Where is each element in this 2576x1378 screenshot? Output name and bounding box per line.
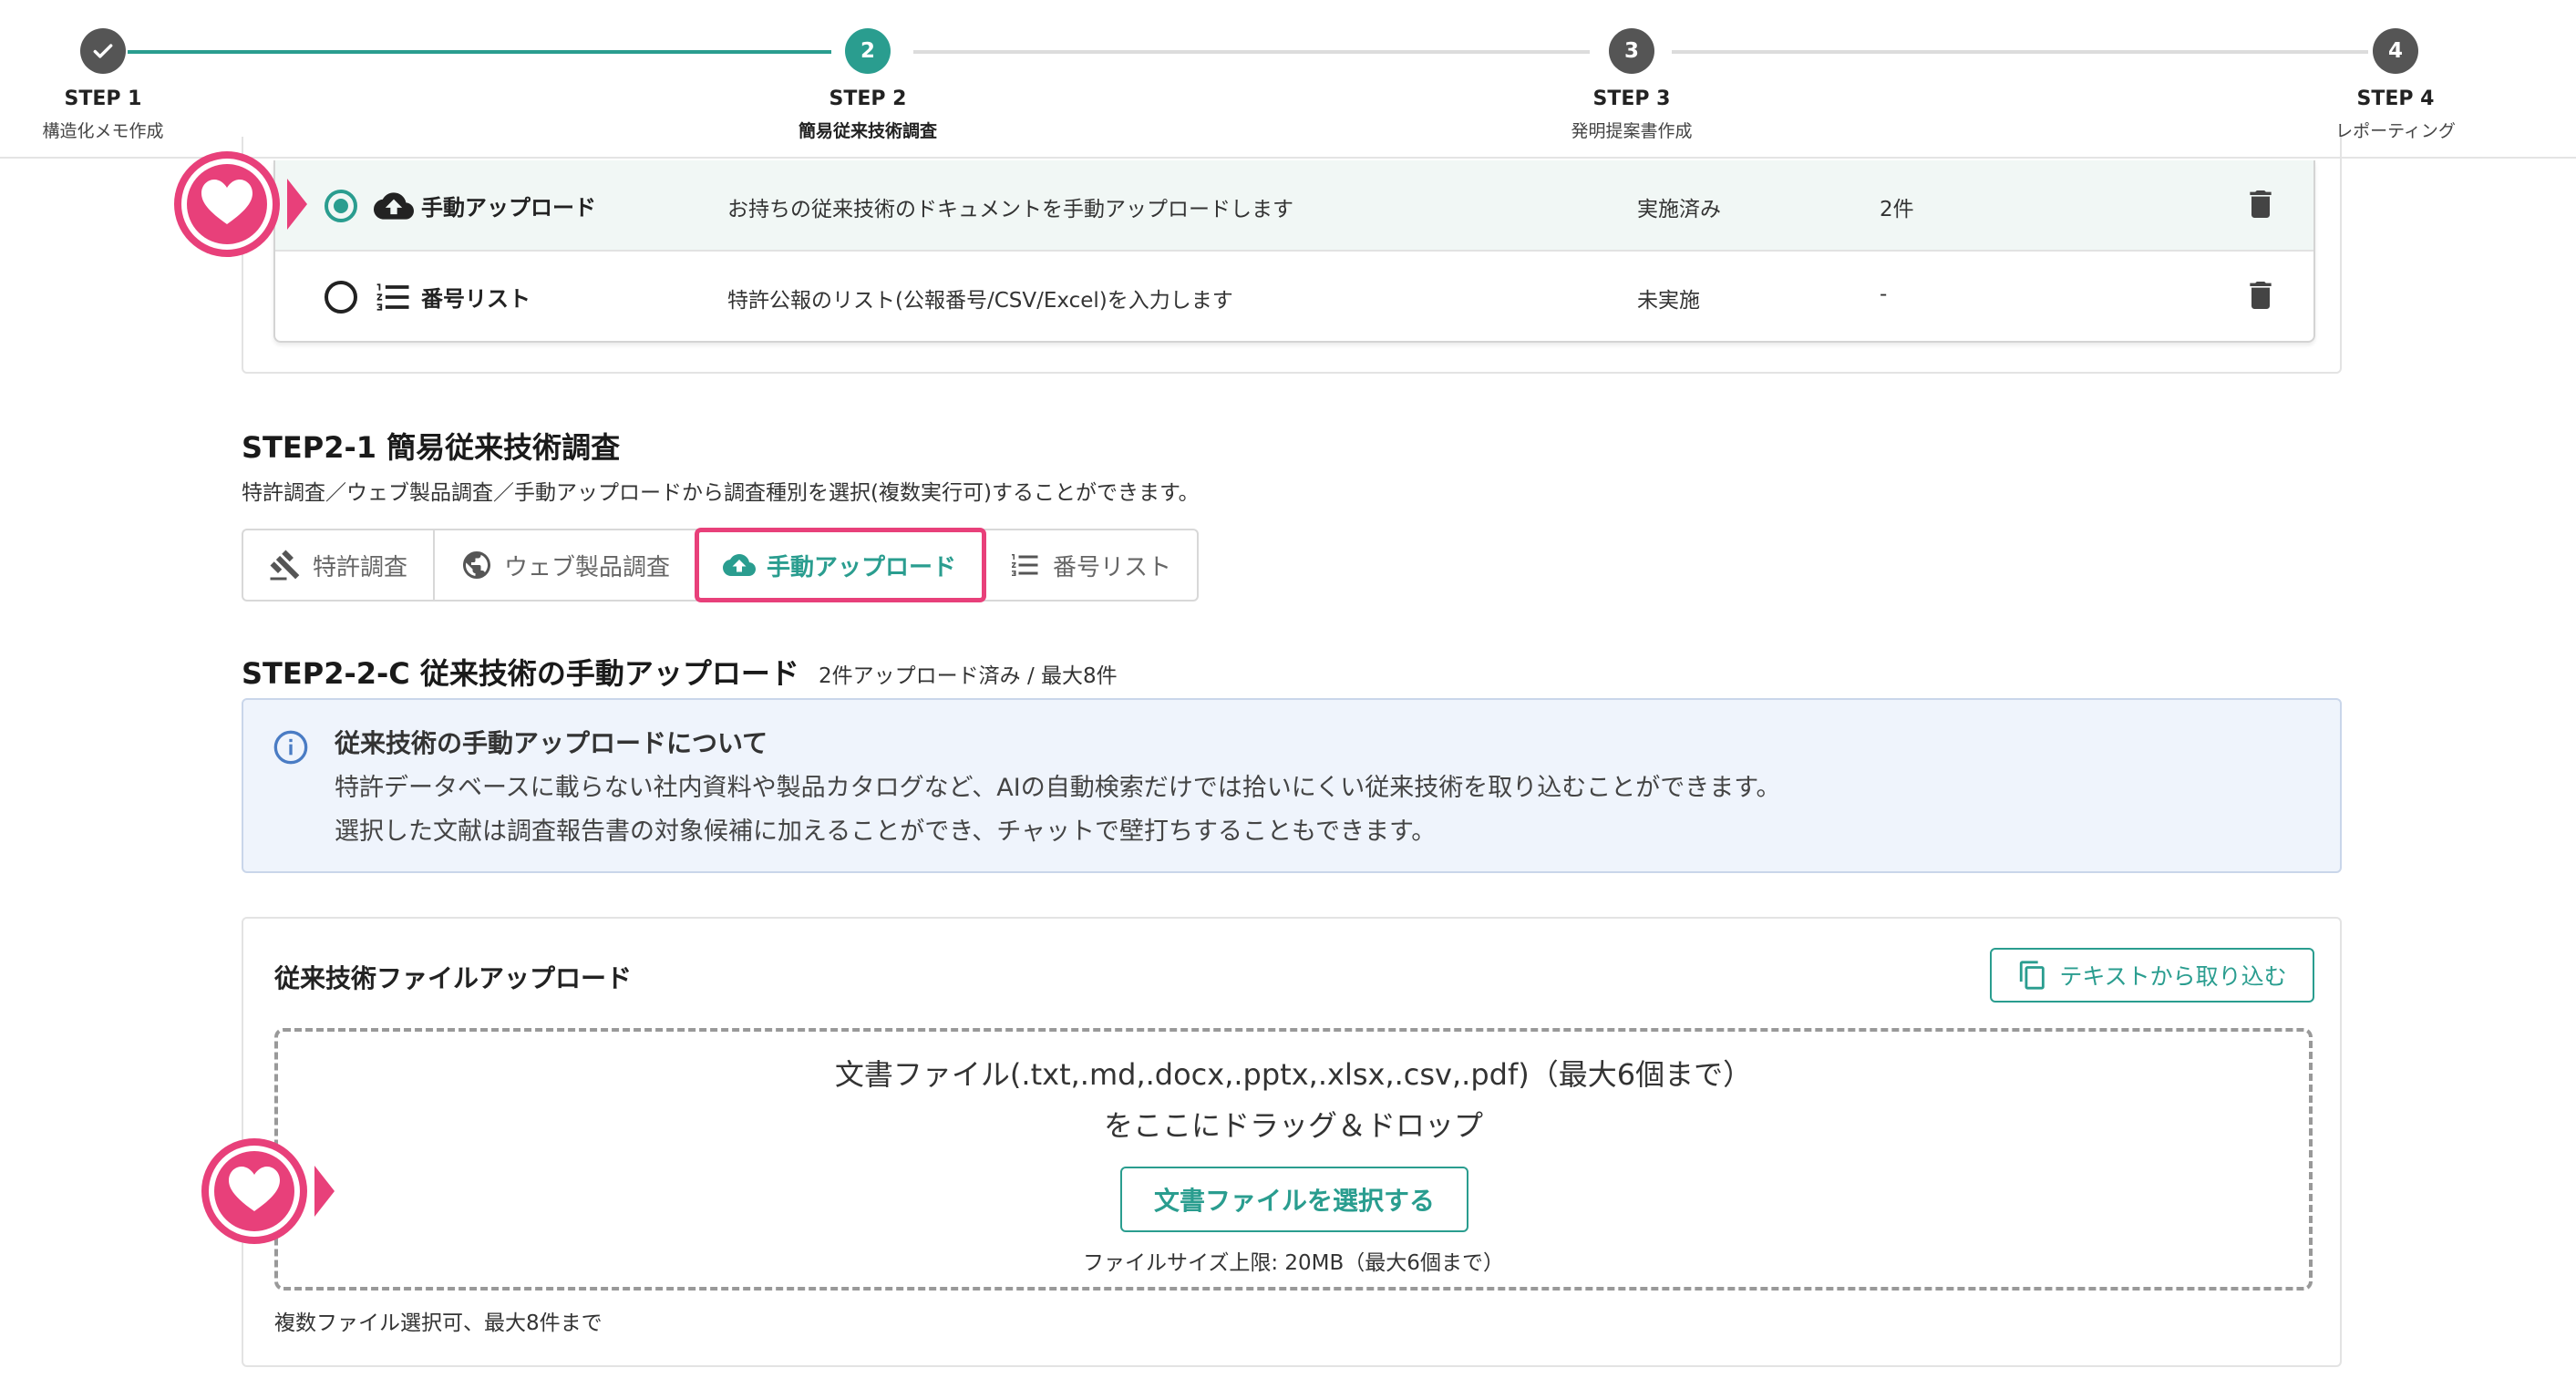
step-3-name: STEP 3 — [1592, 87, 1671, 110]
file-dropzone[interactable]: 文書ファイル(.txt,.md,.docx,.pptx,.xlsx,.csv,.… — [274, 1028, 2313, 1291]
section21-title: STEP2-1 簡易従来技術調査 — [242, 430, 621, 465]
row-name: 手動アップロード — [421, 195, 596, 221]
section22c-title: STEP2-2-C 従来技術の手動アップロード — [242, 656, 799, 691]
tab-label: 手動アップロード — [767, 553, 957, 581]
step-2-name: STEP 2 — [829, 87, 907, 110]
table-row[interactable]: 番号リスト 特許公報のリスト(公報番号/CSV/Excel)を入力します 未実施… — [275, 252, 2313, 343]
step-3-marker[interactable]: 3 — [1609, 28, 1654, 74]
heart-marker-icon — [201, 1138, 335, 1244]
trash-icon[interactable] — [2242, 275, 2279, 315]
step-4-name: STEP 4 — [2356, 87, 2435, 110]
row-radio[interactable] — [325, 281, 357, 314]
section21-desc: 特許調査／ウェブ製品調査／手動アップロードから調査種別を選択(複数実行可)するこ… — [242, 481, 1200, 505]
trash-icon[interactable] — [2242, 184, 2279, 224]
info-title: 従来技術の手動アップロードについて — [335, 728, 768, 758]
import-from-text-button[interactable]: テキストから取り込む — [1990, 948, 2314, 1003]
numbered-list-icon — [1012, 554, 1038, 576]
upload-note: 複数ファイル選択可、最大8件まで — [274, 1311, 603, 1335]
row-status: 実施済み — [1637, 198, 1721, 221]
step-2-marker[interactable]: 2 — [845, 28, 891, 74]
tab-manual-upload[interactable]: 手動アップロード — [695, 528, 987, 602]
info-box: 従来技術の手動アップロードについて 特許データベースに載らない社内資料や製品カタ… — [242, 698, 2342, 873]
methods-table: 手動アップロード お持ちの従来技術のドキュメントを手動アップロードします 実施済… — [273, 160, 2315, 343]
step-connector-2 — [913, 50, 1590, 54]
step-connector-1 — [128, 50, 831, 54]
step-4-sub: レポーティング — [2335, 121, 2456, 141]
survey-type-tabs: 特許調査 ウェブ製品調査 手動アップロード 番号リスト — [242, 528, 1200, 602]
copy-icon — [2020, 961, 2045, 990]
heart-marker-icon — [174, 151, 307, 257]
cloud-upload-icon — [374, 192, 414, 220]
gavel-icon — [270, 550, 300, 581]
tab-label: 番号リスト — [1053, 553, 1172, 581]
numbered-list-icon — [376, 283, 409, 311]
tab-patent-search[interactable]: 特許調査 — [243, 530, 436, 600]
globe-icon — [463, 551, 491, 579]
import-from-text-label: テキストから取り込む — [2059, 963, 2287, 990]
select-file-button[interactable]: 文書ファイルを選択する — [1120, 1167, 1468, 1232]
row-name: 番号リスト — [421, 286, 531, 312]
tab-web-product-search[interactable]: ウェブ製品調査 — [435, 530, 698, 600]
row-desc: お持ちの従来技術のドキュメントを手動アップロードします — [727, 198, 1293, 221]
step-4-marker[interactable]: 4 — [2373, 28, 2418, 74]
table-row[interactable]: 手動アップロード お持ちの従来技術のドキュメントを手動アップロードします 実施済… — [275, 160, 2313, 252]
cloud-upload-icon — [723, 554, 757, 576]
info-line-1: 特許データベースに載らない社内資料や製品カタログなど、AIの自動検索だけでは拾い… — [335, 774, 1781, 802]
upload-title: 従来技術ファイルアップロード — [274, 963, 633, 993]
tab-label: ウェブ製品調査 — [504, 553, 671, 581]
file-size-limit: ファイルサイズ上限: 20MB（最大6個まで） — [1083, 1251, 1504, 1275]
row-count: 2件 — [1880, 198, 1914, 221]
info-icon — [273, 730, 308, 765]
stepper: 2 3 4 STEP 1 構造化メモ作成 STEP 2 簡易従来技術調査 STE… — [0, 0, 2576, 159]
step-1-done-icon[interactable] — [80, 28, 126, 74]
info-line-2: 選択した文献は調査報告書の対象候補に加えることができ、チャットで壁打ちすることも… — [335, 818, 1437, 846]
upload-count-badge: 2件アップロード済み / 最大8件 — [819, 664, 1118, 688]
dropzone-line-1: 文書ファイル(.txt,.md,.docx,.pptx,.xlsx,.csv,.… — [834, 1057, 1753, 1092]
upload-card: 従来技術ファイルアップロード テキストから取り込む 文書ファイル(.txt,.m… — [242, 917, 2342, 1367]
tab-number-list[interactable]: 番号リスト — [984, 530, 1197, 600]
step-1-sub: 構造化メモ作成 — [42, 121, 164, 141]
tab-label: 特許調査 — [313, 553, 408, 581]
dropzone-line-2: をここにドラッグ＆ドロップ — [1103, 1108, 1483, 1143]
row-desc: 特許公報のリスト(公報番号/CSV/Excel)を入力します — [727, 289, 1233, 313]
step-connector-3 — [1672, 50, 2368, 54]
step-1-name: STEP 1 — [64, 87, 142, 110]
check-icon — [93, 44, 113, 58]
row-count: - — [1880, 283, 1888, 306]
row-status: 未実施 — [1637, 289, 1700, 313]
